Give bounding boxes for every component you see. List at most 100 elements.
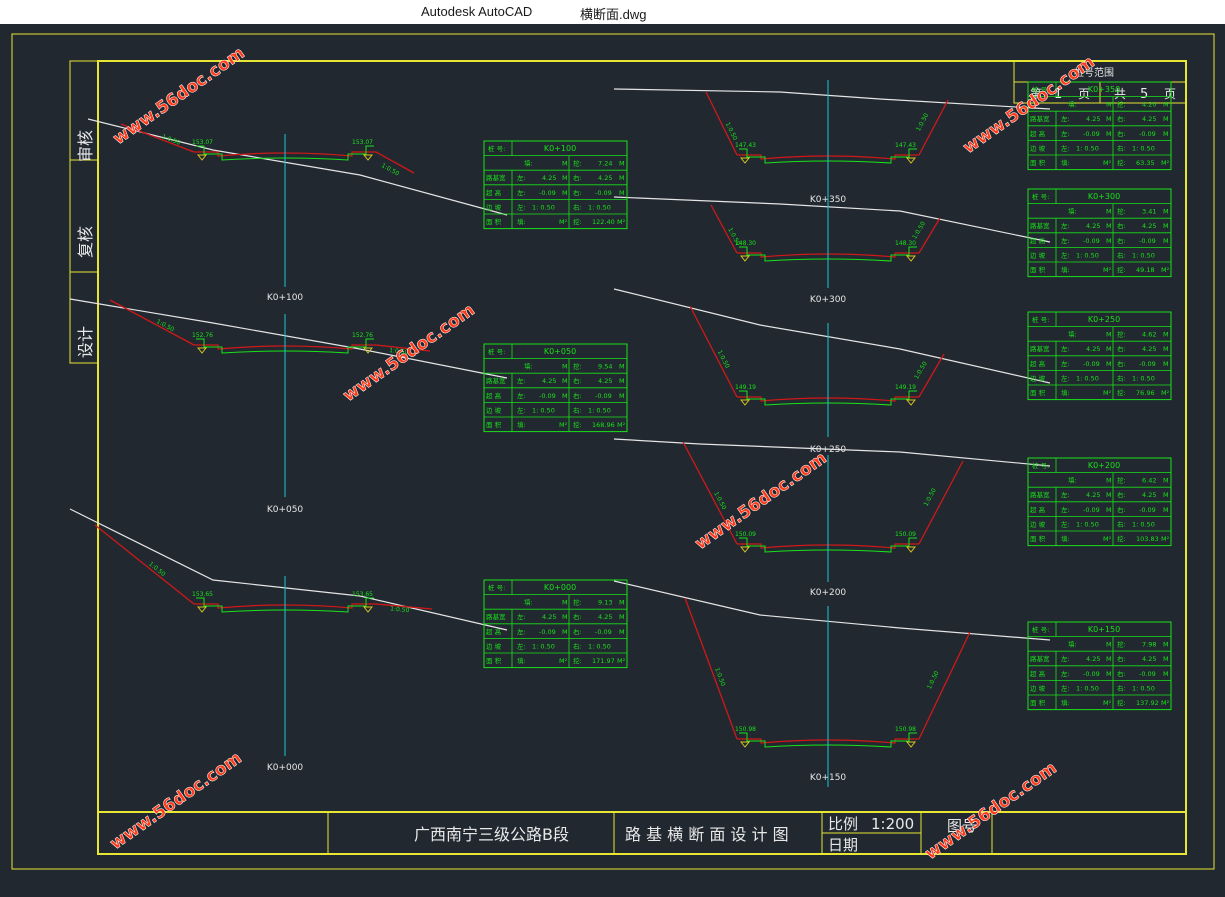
cut-key: 挖: (573, 362, 582, 371)
superelevation-key: 超 高 (1030, 129, 1046, 138)
elevation-left: 150.98 (735, 726, 756, 733)
slope-label-left: 1:0.50 (713, 667, 726, 688)
slope-key: 边 坡 (486, 202, 502, 211)
left-key: 左: (517, 641, 526, 650)
width-right: 4.25 (598, 613, 612, 621)
superelevation-key: 超 高 (486, 188, 502, 197)
drawing-canvas[interactable]: 审核 复核 设计 广西南宁三级公路B段 路 基 横 断 面 设 计 图 比例 1… (0, 24, 1225, 897)
scale-label: 比例 (828, 815, 858, 833)
slope-key: 边 坡 (486, 641, 502, 650)
fill-area-key: 填: (1061, 388, 1070, 397)
slope-key: 边 坡 (1030, 683, 1046, 692)
slope-right: 1: 0.50 (588, 642, 611, 650)
elevation-left: 149.19 (735, 384, 756, 391)
unit: M² (1103, 159, 1112, 167)
inner-frame (97, 60, 1187, 855)
cut-area-key: 挖: (573, 217, 582, 226)
area-key: 面 积 (1030, 698, 1046, 707)
left-key: 左: (1061, 143, 1070, 152)
slope-key: 边 坡 (1030, 519, 1046, 528)
ditch-marker-right (905, 546, 917, 553)
slope-key: 边 坡 (486, 405, 502, 414)
unit: M (562, 363, 568, 371)
station-table: 桩 号: K0+200填: M 挖: 6.42 M路基宽 左: 4.25 M 右: 4.25 M超 高… (1027, 457, 1172, 547)
cross-section: 150.98 150.98 1:0.50 1:0.50 K0+150 (613, 580, 1051, 787)
total-unit: 页 (1164, 87, 1176, 101)
elevation-left: 147.43 (735, 142, 756, 149)
slope-left: 1: 0.50 (1076, 251, 1099, 259)
station-key: 桩 号: (1032, 461, 1049, 470)
station-label: K0+150 (810, 773, 847, 783)
left-key: 左: (1061, 359, 1070, 368)
cut-key: 挖: (1117, 640, 1126, 649)
cut-key: 挖: (1117, 100, 1126, 109)
unit: M (619, 628, 625, 636)
cut-slope-left (705, 91, 738, 156)
left-key: 左: (517, 391, 526, 400)
ground-line (613, 88, 1051, 110)
ground-line (87, 118, 508, 216)
watermark-text: www.56doc.com (691, 448, 830, 554)
left-key: 左: (517, 173, 526, 182)
right-key: 右: (1117, 490, 1126, 499)
left-key: 左: (1061, 654, 1070, 663)
slope-key: 边 坡 (1030, 250, 1046, 259)
station-label: K0+100 (267, 293, 304, 303)
unit: M (562, 377, 568, 385)
unit: M (562, 613, 568, 621)
slope-left: 1: 0.50 (1076, 684, 1099, 692)
left-key: 左: (1061, 236, 1070, 245)
elevation-right: 150.09 (895, 531, 916, 538)
superelevation-right: -0.09 (1139, 670, 1156, 678)
right-key: 右: (1117, 143, 1126, 152)
right-key: 右: (573, 627, 582, 636)
unit: M (1163, 345, 1169, 353)
unit: M² (1161, 389, 1170, 397)
width-key: 路基宽 (486, 612, 506, 621)
superelevation-right: -0.09 (595, 628, 612, 636)
slope-key: 边 坡 (1030, 143, 1046, 152)
fill-area-key: 填: (1061, 534, 1070, 543)
width-right: 4.25 (1142, 345, 1156, 353)
unit: M (619, 189, 625, 197)
right-key: 右: (1117, 654, 1126, 663)
left-key: 左: (517, 405, 526, 414)
slope-label-right: 1:0.50 (390, 606, 410, 615)
superelevation-key: 超 高 (1030, 236, 1046, 245)
superelevation-right: -0.09 (1139, 130, 1156, 138)
ditch-marker-right (362, 606, 374, 613)
superelevation-left: -0.09 (1083, 506, 1100, 514)
right-key: 右: (573, 405, 582, 414)
ditch-marker-left (739, 157, 751, 164)
left-key: 左: (1061, 669, 1070, 678)
right-key: 右: (1117, 359, 1126, 368)
width-left: 4.25 (1086, 222, 1100, 230)
unit: M² (617, 657, 626, 665)
cut-area-key: 挖: (1117, 265, 1126, 274)
unit: M (562, 628, 568, 636)
superelevation-right: -0.09 (595, 189, 612, 197)
left-key: 左: (1061, 250, 1070, 259)
unit: M (1106, 491, 1112, 499)
cut-area: 168.96 (592, 421, 615, 429)
ditch-marker-left (739, 399, 751, 406)
left-key: 左: (1061, 344, 1070, 353)
table-station: K0+300 (1088, 192, 1120, 201)
cut-area: 63.35 (1136, 159, 1155, 167)
cut-area: 49.18 (1136, 266, 1155, 274)
width-left: 4.25 (1086, 345, 1100, 353)
fill-key: 填: (524, 598, 533, 607)
area-key: 面 积 (1030, 534, 1046, 543)
left-key: 左: (1061, 129, 1070, 138)
slope-right: 1: 0.50 (588, 406, 611, 414)
unit: M (1106, 506, 1112, 514)
ditch-marker-left (196, 347, 208, 354)
slope-right: 1: 0.50 (1132, 144, 1155, 152)
unit: M (1163, 360, 1169, 368)
superelevation-left: -0.09 (539, 189, 556, 197)
right-key: 右: (1117, 683, 1126, 692)
width-key: 路基宽 (1030, 344, 1050, 353)
fill-area-key: 填: (517, 420, 526, 429)
table-station: K0+200 (1088, 461, 1120, 470)
drawing-sheet: 审核 复核 设计 广西南宁三级公路B段 路 基 横 断 面 设 计 图 比例 1… (11, 33, 1215, 870)
